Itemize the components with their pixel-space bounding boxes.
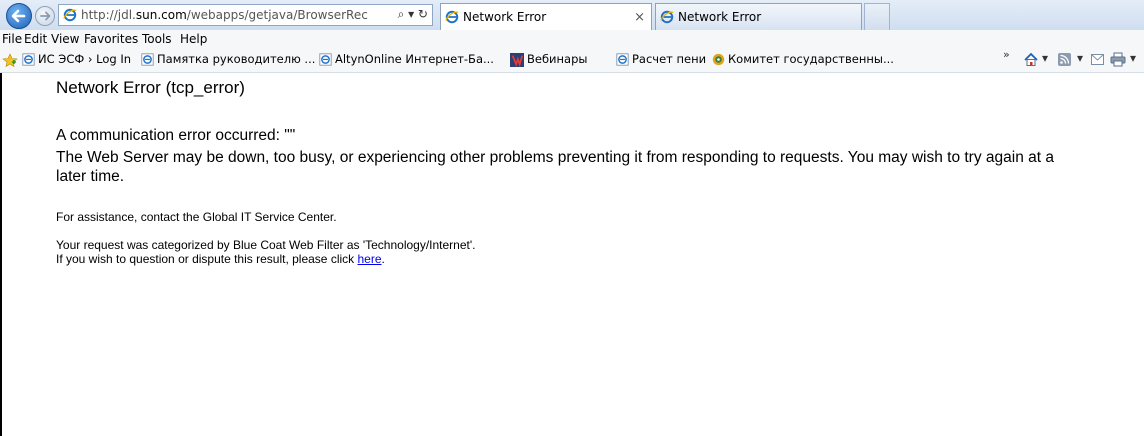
favorite-link-altyn[interactable]: AltynOnline Интернет-Ба... bbox=[319, 52, 494, 66]
ie-logo-icon bbox=[660, 10, 674, 24]
dispute-prefix: If you wish to question or dispute this … bbox=[56, 252, 358, 266]
category-text: Your request was categorized by Blue Coa… bbox=[56, 238, 476, 252]
ie-page-icon bbox=[22, 53, 35, 66]
webinar-icon bbox=[510, 52, 524, 67]
url-text: http://jdl.sun.com/webapps/getjava/Brows… bbox=[81, 8, 368, 22]
favorite-link-raschet[interactable]: Расчет пени bbox=[616, 52, 706, 66]
feed-dropdown-icon[interactable]: ▾ bbox=[1077, 51, 1083, 65]
favorites-bar: ИС ЭСФ › Log In Памятка руководителю ...… bbox=[0, 48, 1144, 73]
tab-network-error-active[interactable]: Network Error × bbox=[440, 3, 652, 30]
assistance-text: For assistance, contact the Global IT Se… bbox=[56, 210, 337, 224]
dispute-suffix: . bbox=[381, 252, 385, 266]
menu-help[interactable]: Help bbox=[180, 32, 207, 46]
ie-logo-icon bbox=[63, 8, 77, 22]
favorite-label: Вебинары bbox=[527, 52, 588, 66]
favorites-star-icon[interactable] bbox=[2, 53, 18, 67]
favorite-label: Комитет государственны... bbox=[728, 52, 894, 66]
menu-file[interactable]: File bbox=[2, 32, 22, 46]
mail-icon[interactable] bbox=[1091, 54, 1104, 65]
forward-button[interactable] bbox=[35, 6, 55, 26]
url-path: /webapps/getjava/BrowserRec bbox=[186, 8, 368, 22]
ie-page-icon bbox=[141, 53, 154, 66]
new-tab-button[interactable] bbox=[864, 3, 890, 30]
url-scheme: http://jdl. bbox=[81, 8, 136, 22]
favorite-label: Расчет пени bbox=[632, 52, 707, 66]
filter-notice: Your request was categorized by Blue Coa… bbox=[56, 238, 475, 266]
url-host: sun.com bbox=[135, 8, 187, 22]
favorite-link-pamyatka[interactable]: Памятка руководителю ... bbox=[141, 52, 315, 66]
error-description: The Web Server may be down, too busy, or… bbox=[56, 149, 1054, 185]
tab-label: Network Error bbox=[678, 10, 762, 24]
menu-tools[interactable]: Tools bbox=[142, 32, 172, 46]
favorite-link-webinars[interactable]: Вебинары bbox=[510, 52, 587, 67]
menu-bar: File Edit View Favorites Tools Help bbox=[0, 30, 1144, 48]
address-controls[interactable]: ⌕ ▾ ↻ bbox=[398, 7, 428, 22]
favorite-link-komitet[interactable]: Комитет государственны... bbox=[712, 52, 894, 66]
dispute-text: If you wish to question or dispute this … bbox=[56, 252, 475, 266]
gear-badge-icon bbox=[712, 53, 725, 66]
favorite-label: AltynOnline Интернет-Ба... bbox=[335, 52, 494, 66]
back-button[interactable] bbox=[6, 3, 32, 29]
favorites-overflow-button[interactable]: » bbox=[1003, 48, 1010, 61]
favorite-label: Памятка руководителю ... bbox=[157, 52, 316, 66]
favorite-link-esf[interactable]: ИС ЭСФ › Log In bbox=[22, 52, 131, 66]
tab-close-button[interactable]: × bbox=[634, 4, 645, 31]
rss-feed-icon[interactable] bbox=[1058, 53, 1071, 66]
menu-view[interactable]: View bbox=[51, 32, 79, 46]
browser-chrome: http://jdl.sun.com/webapps/getjava/Brows… bbox=[0, 0, 1144, 50]
home-icon[interactable] bbox=[1023, 52, 1039, 67]
tab-network-error[interactable]: Network Error bbox=[655, 3, 862, 30]
menu-edit[interactable]: Edit bbox=[24, 32, 47, 46]
favorite-label: ИС ЭСФ › Log In bbox=[38, 52, 132, 66]
forward-arrow-icon bbox=[40, 11, 51, 21]
tab-label: Network Error bbox=[463, 10, 547, 24]
back-arrow-icon bbox=[11, 9, 26, 23]
menu-favorites[interactable]: Favorites bbox=[84, 32, 138, 46]
home-dropdown-icon[interactable]: ▾ bbox=[1042, 51, 1048, 65]
ie-page-icon bbox=[319, 53, 332, 66]
print-dropdown-icon[interactable]: ▾ bbox=[1130, 51, 1136, 65]
address-bar[interactable]: http://jdl.sun.com/webapps/getjava/Brows… bbox=[58, 4, 433, 26]
ie-logo-icon bbox=[445, 10, 459, 24]
ie-page-icon bbox=[616, 53, 629, 66]
dispute-link[interactable]: here bbox=[357, 252, 381, 266]
error-message: A communication error occurred: "" bbox=[56, 127, 296, 144]
print-icon[interactable] bbox=[1110, 52, 1126, 67]
page-title: Network Error (tcp_error) bbox=[56, 78, 245, 97]
